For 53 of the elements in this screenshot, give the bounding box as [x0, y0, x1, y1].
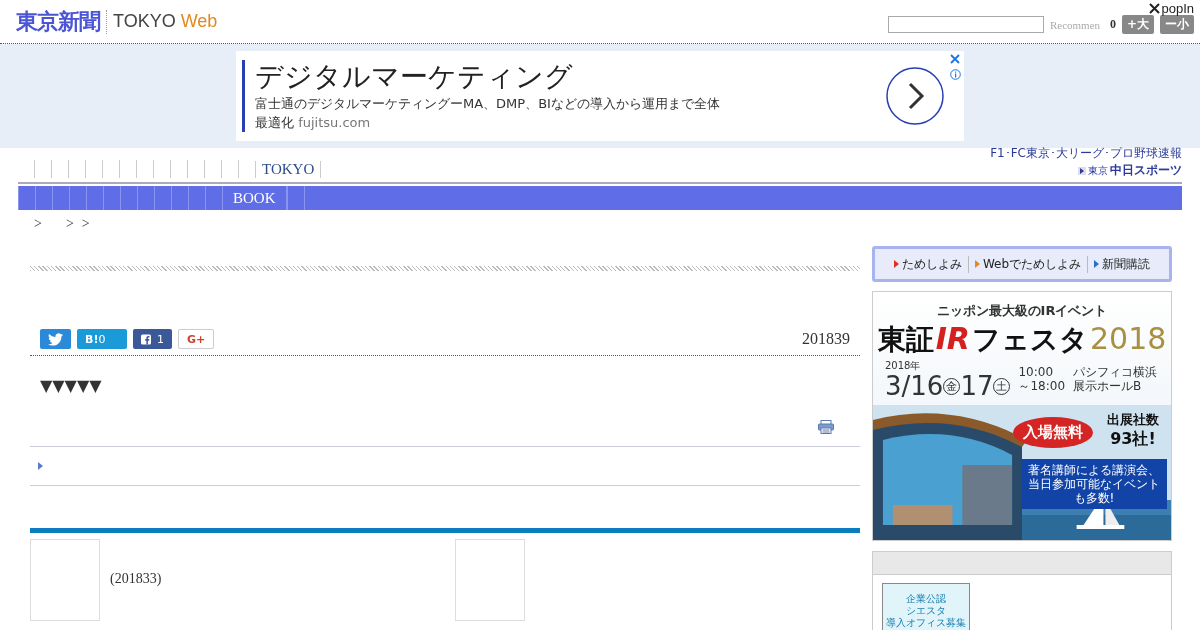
banner-title-ir: IR: [935, 320, 970, 358]
ad-text: 富士通のデジタルマーケティングーMA、DMP、BIなどの導入から運用まで全体最適化 fujitsu.com: [255, 95, 721, 132]
font-size-button[interactable]: +大: [1121, 15, 1154, 34]
search-field[interactable]: [887, 16, 1044, 33]
banner-date: 3/16: [885, 373, 944, 399]
banner-time: ～18:00: [1018, 379, 1066, 393]
article-date: 201839: [802, 330, 850, 348]
banner-date-year: 2018年: [885, 359, 922, 373]
banner-tagline: ニッポン最大級のIRイベント: [935, 302, 1109, 320]
breadcrumb-separator: >: [34, 216, 42, 232]
twitter-share-button[interactable]: [40, 329, 71, 349]
triangle-icon: [38, 462, 43, 470]
printer-icon[interactable]: [818, 420, 834, 434]
banner-date: 17: [960, 373, 994, 399]
site-logo[interactable]: 東京新聞: [16, 6, 100, 37]
article-text: ▼▼▼▼▼: [39, 375, 103, 397]
ad-banner[interactable]: デジタルマーケティング 富士通のデジタルマーケティングーMA、DMP、BIなどの導入から運用まで全体最適化 fujitsu.com: [236, 51, 964, 141]
chevron-right-icon[interactable]: [886, 67, 944, 125]
sports-banner[interactable]: F1･FC東京･大リーグ･プロ野球速報 東京 中日スポーツ: [990, 145, 1182, 182]
popin-link[interactable]: popIn: [1149, 1, 1194, 16]
exhibitors-count: 93社!: [1110, 429, 1156, 450]
thumbnail-frame[interactable]: [455, 539, 525, 621]
banner-note: 著名講師による講演会、当日参加可能なイベントも多数!: [1021, 459, 1167, 509]
banner-venue: 展示ホールB: [1073, 379, 1143, 393]
banner-year: 2018: [1089, 320, 1167, 358]
recommend-label: Recommen: [1049, 18, 1102, 31]
close-icon[interactable]: [1149, 3, 1161, 14]
promo-badge[interactable]: 企業公認 シエスタ 導入オフィス募集: [882, 583, 970, 630]
banner-venue: パシフィコ横浜: [1073, 365, 1158, 379]
bird-icon: [48, 332, 63, 346]
subscription-link[interactable]: 新聞購読: [1087, 255, 1157, 273]
google-plus-button[interactable]: G+: [178, 329, 215, 349]
related-date: (201833): [109, 570, 163, 588]
breadcrumb-separator: >: [65, 216, 74, 232]
breadcrumb-separator: >: [81, 216, 90, 232]
font-size-button[interactable]: ー小: [1160, 15, 1194, 34]
count-label: 0: [1109, 17, 1116, 32]
thumbnail-frame[interactable]: [30, 539, 100, 621]
nav-tab[interactable]: BOOK: [222, 186, 287, 210]
subscription-link[interactable]: ためしよみ: [887, 255, 968, 273]
site-logo-web: Web: [180, 11, 218, 32]
facebook-share-button[interactable]: 1: [133, 329, 172, 349]
site-logo-subtitle: TOKYO: [113, 11, 176, 32]
banner-title: フェスタ: [971, 322, 1088, 358]
info-icon[interactable]: [950, 69, 961, 80]
ad-headline: デジタルマーケティング: [255, 60, 574, 94]
exhibitors-label: 出展社数: [1107, 411, 1159, 429]
banner-title: 東証: [877, 322, 934, 358]
banner-time: 10:00: [1018, 365, 1055, 379]
facebook-icon: [141, 332, 151, 346]
subscription-link[interactable]: Webでためしよみ: [967, 255, 1088, 273]
triangle-icon: [1078, 166, 1086, 175]
nav-link[interactable]: TOKYO: [255, 160, 322, 178]
